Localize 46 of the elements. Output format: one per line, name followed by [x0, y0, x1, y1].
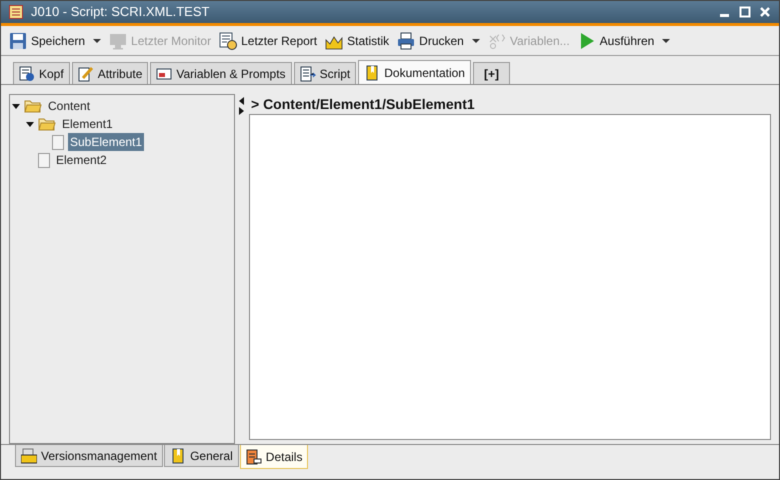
report-clock-icon — [219, 32, 238, 50]
toolbar-button[interactable]: Speichern — [9, 32, 86, 50]
page-icon — [38, 152, 50, 168]
tab[interactable]: Dokumentation — [358, 60, 471, 84]
toolbar-button[interactable]: Statistik — [325, 32, 390, 50]
document-icon — [246, 448, 262, 464]
tree-item[interactable]: Content — [46, 97, 92, 115]
script-icon — [300, 66, 316, 82]
variables-icon — [488, 32, 506, 50]
expanded-arrow-icon[interactable] — [12, 102, 20, 110]
close-icon[interactable] — [759, 6, 771, 18]
tab[interactable]: Details — [240, 445, 308, 469]
toolbar-button[interactable]: Ausführen — [578, 32, 654, 50]
page-icon — [52, 134, 64, 150]
toolbar-button[interactable]: Drucken — [397, 32, 464, 50]
collapse-arrow-icon[interactable] — [239, 97, 245, 105]
tree-item[interactable]: Element1 — [60, 115, 115, 133]
tree-item[interactable]: Element2 — [54, 151, 109, 169]
dropdown-arrow-icon[interactable] — [93, 38, 102, 44]
editor-path: > Content/Element1/SubElement1 — [250, 95, 476, 114]
tab[interactable]: [+] — [472, 62, 510, 84]
window-icon — [156, 66, 172, 82]
book-icon — [170, 448, 186, 464]
expand-arrow-icon[interactable] — [239, 107, 245, 115]
toolbar-button[interactable]: Letzter Report — [219, 32, 318, 50]
monitor-icon — [109, 32, 128, 50]
folder-icon — [38, 117, 56, 131]
printer-icon — [397, 32, 416, 50]
tab[interactable]: Kopf — [13, 62, 70, 84]
dropdown-arrow-icon[interactable] — [472, 38, 480, 44]
document-info-icon — [19, 66, 35, 82]
expanded-arrow-icon[interactable] — [26, 120, 34, 128]
tab[interactable]: Script — [294, 62, 356, 84]
tab[interactable]: Versionsmanagement — [15, 445, 164, 467]
maximize-icon[interactable] — [739, 6, 751, 18]
dropdown-arrow-icon[interactable] — [662, 38, 670, 44]
book-icon — [364, 64, 380, 80]
tab[interactable]: Attribute — [72, 62, 148, 84]
script-icon — [9, 5, 23, 19]
document-pencil-icon — [78, 66, 94, 82]
tab[interactable]: Variablen & Prompts — [150, 62, 292, 84]
tab[interactable]: General — [164, 445, 239, 467]
version-icon — [21, 448, 37, 464]
folder-icon — [24, 99, 42, 113]
window-title: J010 - Script: SCRI.XML.TEST — [31, 3, 210, 22]
tree-item[interactable]: SubElement1 — [68, 133, 144, 151]
